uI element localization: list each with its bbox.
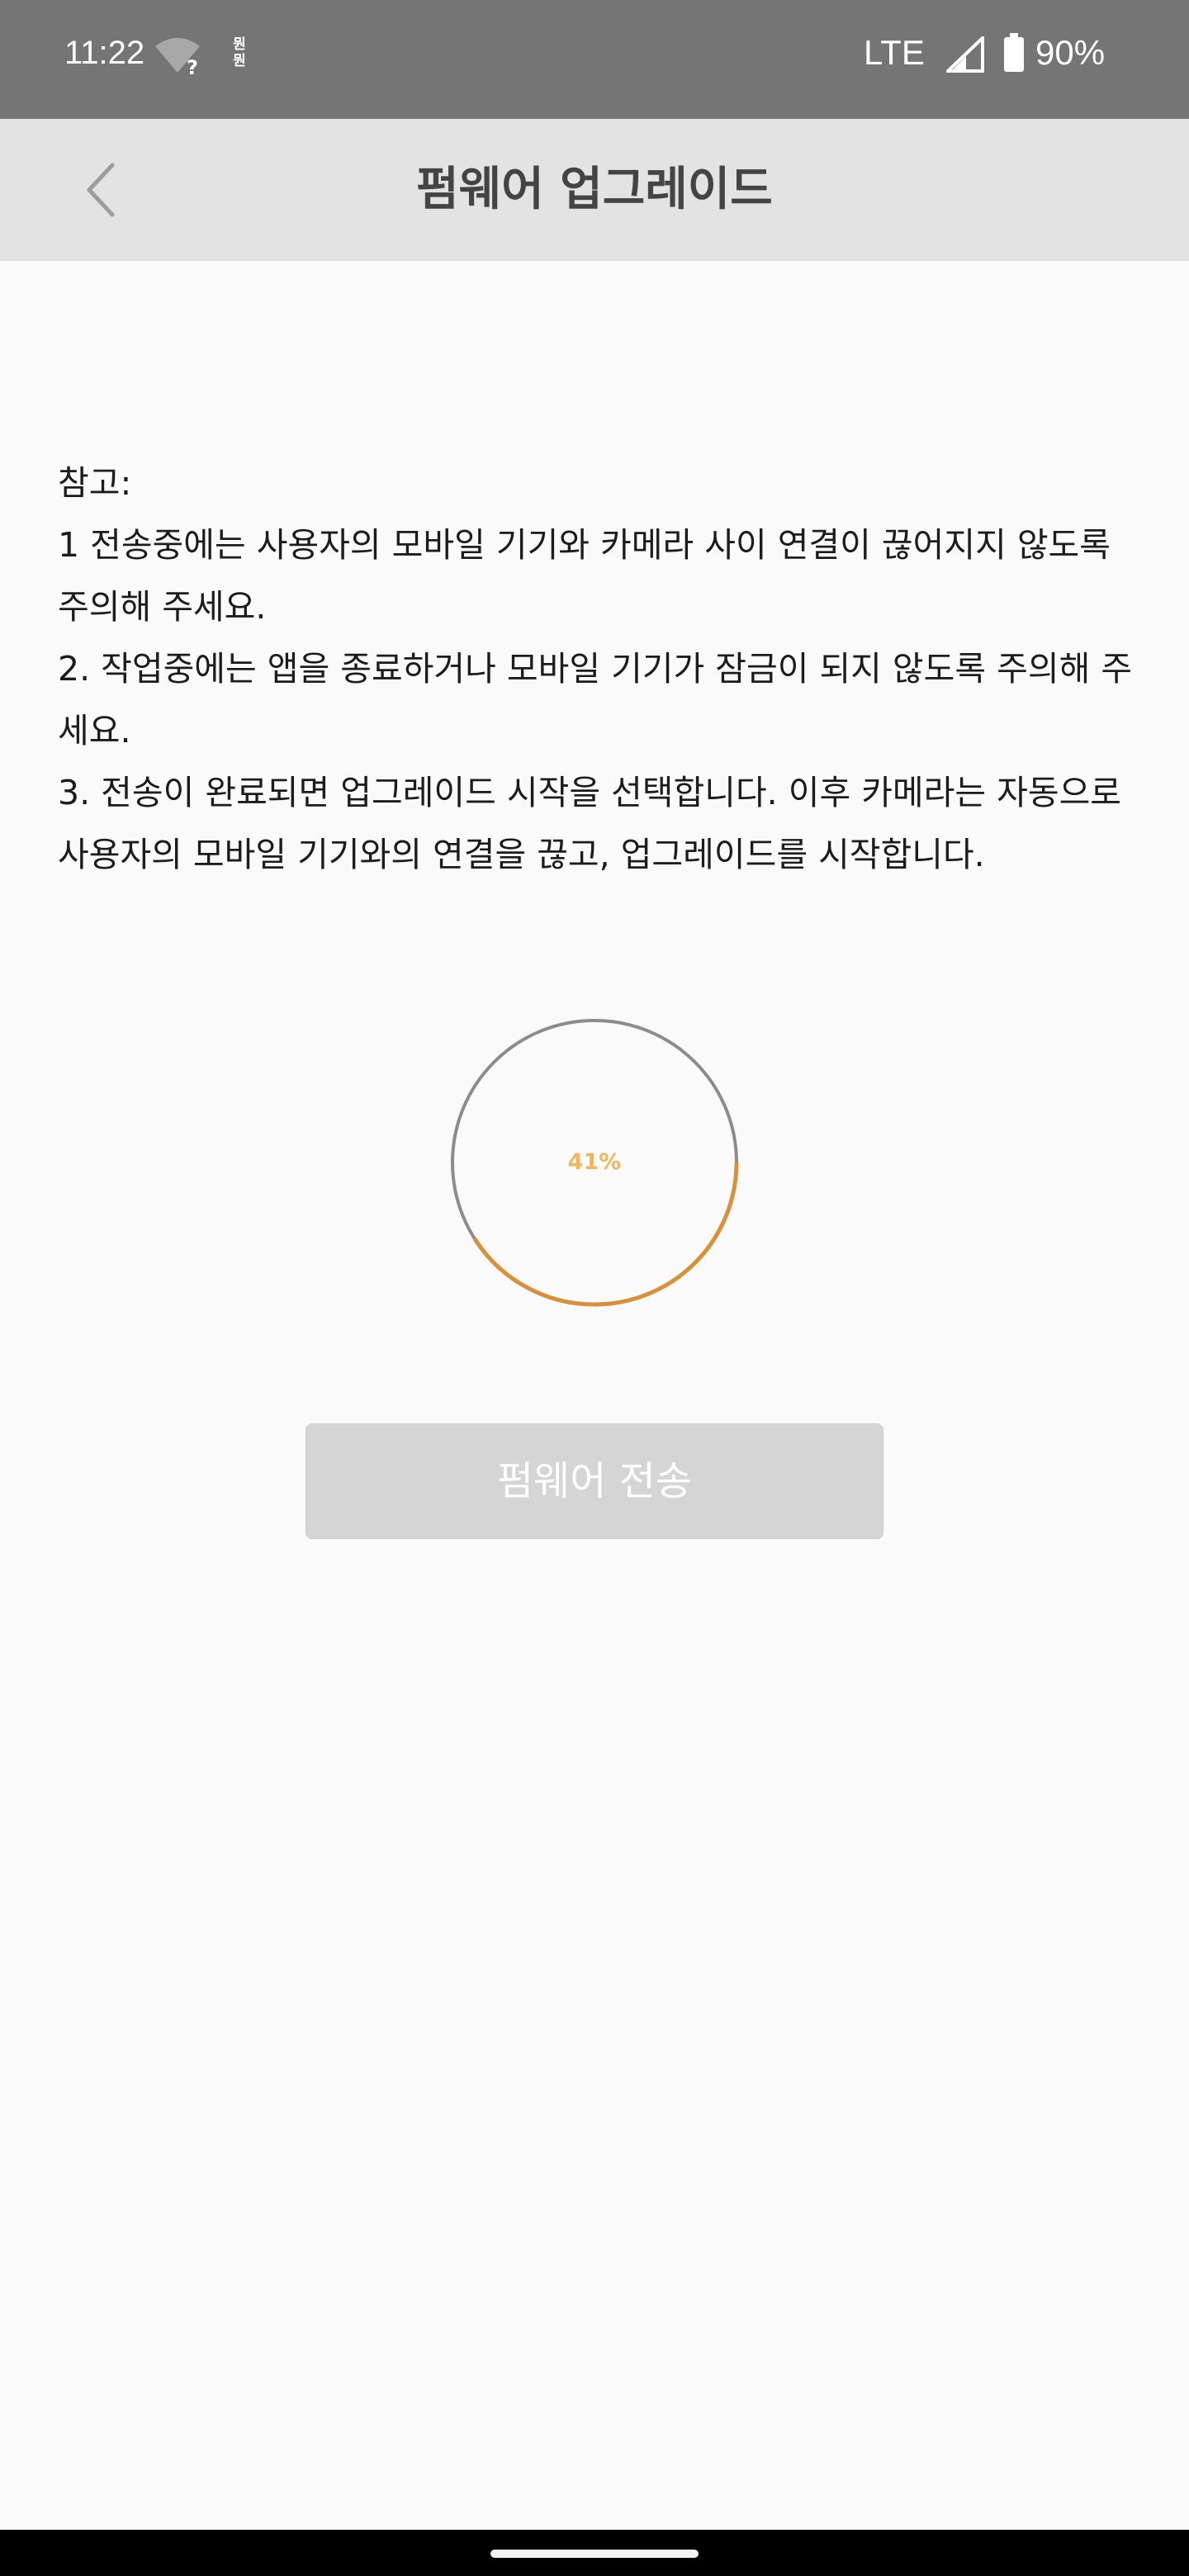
battery-percentage: 90%	[1035, 33, 1106, 72]
firmware-transfer-button[interactable]: 펌웨어 전송	[306, 1423, 883, 1539]
home-gesture-handle[interactable]	[490, 2550, 699, 2558]
note-item-2: 2. 작업중에는 앱을 종료하거나 모바일 기기가 잠금이 되지 않도록 주의해…	[58, 649, 1133, 751]
note-item-1: 1 전송중에는 사용자의 모바일 기기와 카메라 사이 연결이 끊어지지 않도록…	[58, 525, 1111, 627]
navigation-bar	[0, 2530, 1189, 2576]
back-button[interactable]	[68, 155, 134, 225]
svg-text:?: ?	[187, 56, 198, 76]
note-item-3: 3. 전송이 완료되면 업그레이드 시작을 선택합니다. 이후 카메라는 자동으…	[58, 773, 1122, 874]
app-bar: 펌웨어 업그레이드	[0, 119, 1189, 261]
chevron-left-icon	[87, 163, 115, 217]
notes-heading: 참고:	[58, 463, 132, 503]
signal-icon	[946, 36, 984, 73]
progress-percent-label: 41%	[567, 1149, 622, 1175]
network-type: LTE	[864, 33, 925, 72]
upgrade-notes: 참고: 1 전송중에는 사용자의 모바일 기기와 카메라 사이 연결이 끊어지지…	[58, 452, 1139, 886]
firmware-upgrade-screen: 11:22 ? 뭔 뭔 LTE 90% 펌웨어 업그레이드 참고: 1 전송중에	[0, 0, 1189, 2576]
status-time: 11:22	[64, 35, 145, 71]
transfer-progress: 41%	[449, 1017, 740, 1308]
battery-icon	[1004, 33, 1024, 72]
notification-icon: 뭔 뭔	[223, 36, 256, 71]
status-bar: 11:22 ? 뭔 뭔 LTE 90%	[0, 0, 1189, 119]
page-title: 펌웨어 업그레이드	[416, 163, 773, 216]
notification-text: 뭔 뭔	[233, 36, 246, 69]
wifi-question-icon: ?	[155, 38, 200, 76]
